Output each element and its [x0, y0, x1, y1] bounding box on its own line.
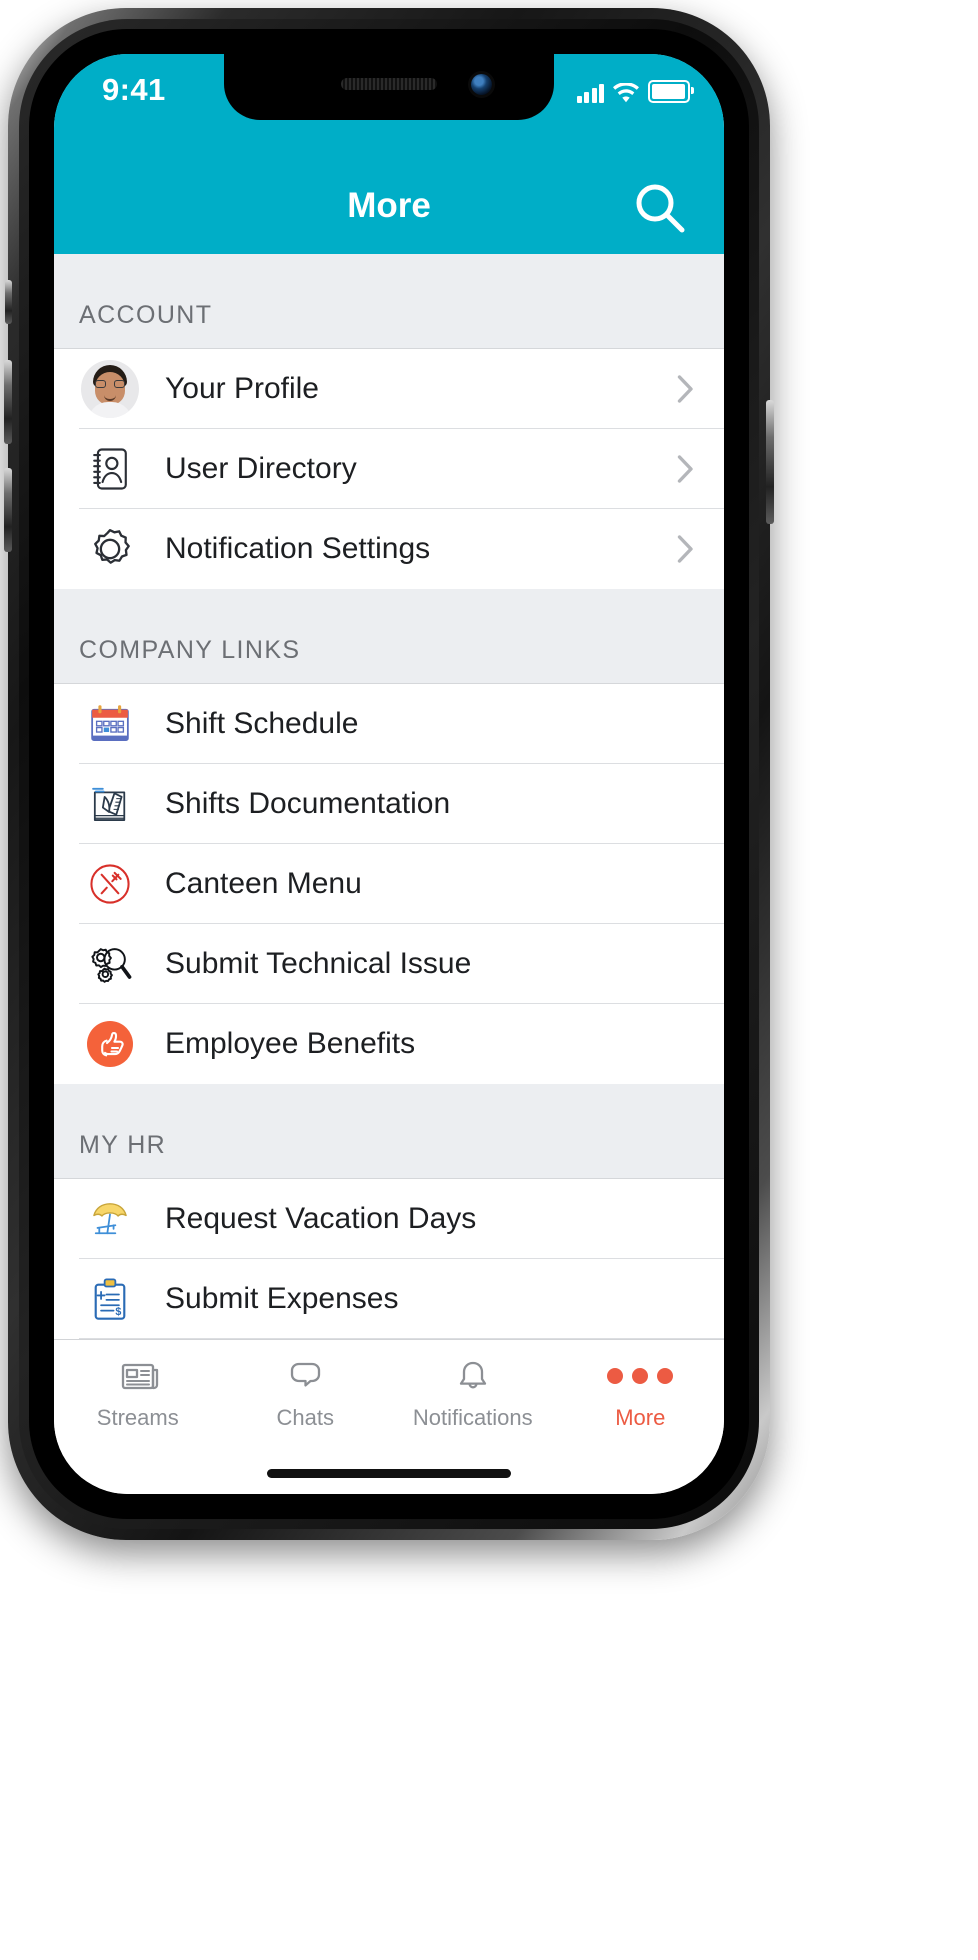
tab-notifications[interactable]: Notifications	[389, 1340, 557, 1452]
list-item-label: Your Profile	[165, 372, 319, 405]
tab-more[interactable]: More	[557, 1340, 725, 1452]
home-indicator[interactable]	[267, 1469, 511, 1478]
cutlery-circle-icon	[79, 853, 141, 915]
list-item-label: Submit Expenses	[165, 1282, 399, 1315]
list-item-shifts-documentation[interactable]: Shifts Documentation	[54, 764, 724, 844]
section-title: MY HR	[79, 1131, 167, 1159]
notebook-pen-icon	[79, 773, 141, 835]
list-item-label: Submit Technical Issue	[165, 947, 472, 980]
bottom-tab-bar: Streams Chats Notifications More	[54, 1339, 724, 1494]
wifi-icon	[613, 82, 639, 103]
section-title: COMPANY LINKS	[79, 636, 301, 664]
phone-device: More 9:41 ACCOUNT Your Profile User Dire…	[4, 8, 774, 1540]
chat-bubbles-icon	[283, 1352, 327, 1400]
list-item-notification-settings[interactable]: Notification Settings	[54, 509, 724, 589]
list-item-your-profile[interactable]: Your Profile	[54, 349, 724, 429]
section-header-company-links: COMPANY LINKS	[54, 589, 724, 684]
mute-switch[interactable]	[5, 280, 12, 324]
three-dots-icon	[607, 1352, 674, 1400]
avatar	[79, 358, 141, 420]
status-time: 9:41	[102, 72, 166, 107]
cellular-signal-icon	[576, 83, 604, 103]
tab-streams[interactable]: Streams	[54, 1340, 222, 1452]
tab-label: Notifications	[412, 1405, 533, 1430]
front-camera	[471, 74, 492, 95]
chevron-right-icon	[677, 375, 694, 404]
battery-icon	[648, 80, 694, 103]
chevron-right-icon	[677, 455, 694, 484]
list-item-shift-schedule[interactable]: Shift Schedule	[54, 684, 724, 764]
bell-icon	[451, 1352, 495, 1400]
list-item-employee-benefits[interactable]: Employee Benefits	[54, 1004, 724, 1084]
list-item-label: Shifts Documentation	[165, 787, 451, 820]
page-title: More	[347, 186, 431, 225]
calendar-icon	[79, 693, 141, 755]
section-rows-company-links: Shift Schedule Shifts Documentation Cant…	[54, 684, 724, 1084]
screenshot-canvas: More 9:41 ACCOUNT Your Profile User Dire…	[0, 0, 978, 1960]
list-item-label: Canteen Menu	[165, 867, 362, 900]
list-item-label: Employee Benefits	[165, 1027, 416, 1060]
phone-screen: More 9:41 ACCOUNT Your Profile User Dire…	[54, 54, 724, 1494]
clipboard-money-icon: $	[79, 1268, 141, 1330]
gear-icon	[79, 518, 141, 580]
list-item-label: Shift Schedule	[165, 707, 359, 740]
device-notch	[224, 54, 554, 120]
list-item-request-vacation-days[interactable]: Request Vacation Days	[54, 1179, 724, 1259]
section-header-account: ACCOUNT	[54, 254, 724, 349]
tab-chats[interactable]: Chats	[222, 1340, 390, 1452]
list-item-label: Request Vacation Days	[165, 1202, 477, 1235]
search-icon[interactable]	[632, 180, 688, 236]
volume-down-button[interactable]	[4, 468, 12, 552]
gears-magnifier-icon	[79, 933, 141, 995]
earpiece-speaker	[341, 78, 437, 90]
tab-label: Chats	[276, 1405, 334, 1430]
svg-text:$: $	[115, 1306, 121, 1318]
address-book-icon	[79, 438, 141, 500]
list-item-submit-expenses[interactable]: $ Submit Expenses	[54, 1259, 724, 1339]
list-item-label: Notification Settings	[165, 532, 431, 565]
section-title: ACCOUNT	[79, 301, 213, 329]
tab-label: Streams	[96, 1405, 179, 1430]
section-rows-my-hr: Request Vacation Days $ Submit Expenses	[54, 1179, 724, 1340]
status-indicators	[576, 77, 694, 103]
settings-list[interactable]: ACCOUNT Your Profile User Directory Noti…	[54, 254, 724, 1340]
power-button[interactable]	[766, 400, 774, 524]
section-rows-account: Your Profile User Directory Notification…	[54, 349, 724, 589]
list-item-canteen-menu[interactable]: Canteen Menu	[54, 844, 724, 924]
thumbs-up-circle-icon	[79, 1013, 141, 1075]
list-item-submit-technical-issue[interactable]: Submit Technical Issue	[54, 924, 724, 1004]
list-item-label: User Directory	[165, 452, 357, 485]
volume-up-button[interactable]	[4, 360, 12, 444]
beach-umbrella-icon	[79, 1188, 141, 1250]
section-header-my-hr: MY HR	[54, 1084, 724, 1179]
list-item-user-directory[interactable]: User Directory	[54, 429, 724, 509]
tab-label: More	[615, 1405, 666, 1430]
newspaper-icon	[116, 1352, 160, 1400]
chevron-right-icon	[677, 535, 694, 564]
